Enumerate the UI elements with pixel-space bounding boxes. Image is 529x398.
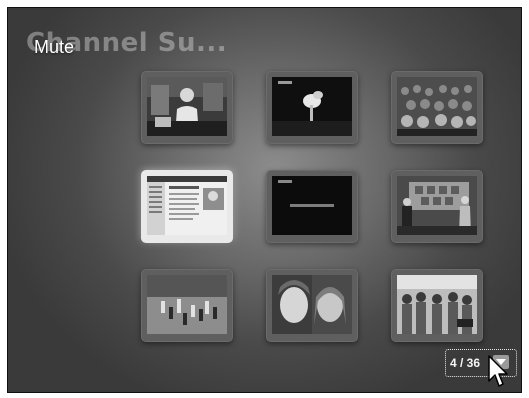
basketball-thumbnail bbox=[147, 275, 227, 334]
channel-tile-3[interactable] bbox=[391, 71, 483, 144]
web-page-thumbnail bbox=[147, 176, 227, 235]
channel-tile-8[interactable] bbox=[266, 269, 358, 342]
presenters-thumbnail bbox=[397, 176, 477, 235]
mute-status-label: Mute bbox=[34, 37, 75, 57]
street-crowd-thumbnail bbox=[397, 275, 477, 334]
news-anchor-thumbnail bbox=[147, 77, 227, 136]
channel-tile-1[interactable] bbox=[141, 71, 233, 144]
movie-title-thumbnail bbox=[272, 176, 352, 235]
channel-tile-7[interactable] bbox=[141, 269, 233, 342]
faces-thumbnail bbox=[272, 275, 352, 334]
channel-tile-6[interactable] bbox=[391, 170, 483, 243]
channel-tile-4[interactable] bbox=[141, 170, 233, 243]
page-counter-text: 4 / 36 bbox=[450, 356, 481, 370]
channel-tile-9[interactable] bbox=[391, 269, 483, 342]
crowd-thumbnail bbox=[397, 77, 477, 136]
mouse-pointer-icon bbox=[488, 355, 508, 387]
channel-tile-5[interactable] bbox=[266, 170, 358, 243]
media-center-screen: Channel Su... Mute 4 / 36 bbox=[7, 7, 522, 393]
night-explosion-thumbnail bbox=[272, 77, 352, 136]
channel-tile-2[interactable] bbox=[266, 71, 358, 144]
